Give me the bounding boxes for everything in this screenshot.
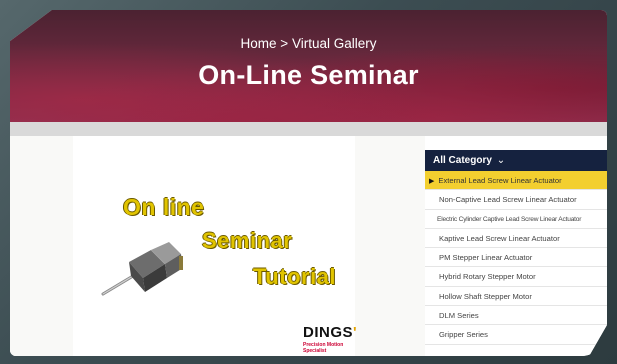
hero-banner: Home > Virtual Gallery On-Line Seminar: [10, 10, 607, 122]
category-item-electric-cylinder[interactable]: Electric Cylinder Captive Lead Screw Lin…: [425, 210, 607, 229]
chevron-down-icon: ⌄: [496, 155, 506, 166]
brand-tagline: Precision Motion Specialist: [303, 342, 344, 354]
video-player[interactable]: On line Seminar Tutorial DINGS' Precisio…: [10, 136, 425, 356]
breadcrumb-separator: >: [280, 36, 289, 51]
category-header-label: All Category: [433, 155, 492, 166]
main-content: On line Seminar Tutorial DINGS' Precisio…: [10, 136, 607, 356]
category-item-hybrid-rotary[interactable]: Hybrid Rotary Stepper Motor: [425, 267, 607, 287]
category-item-gripper-series[interactable]: Gripper Series: [425, 325, 607, 345]
breadcrumb-home-link[interactable]: Home: [241, 36, 277, 51]
category-item-label: Hybrid Rotary Stepper Motor: [439, 272, 536, 282]
category-item-label: Electric Cylinder Captive Lead Screw Lin…: [437, 215, 582, 223]
category-sidebar: All Category ⌄ ▶ External Lead Screw Line…: [425, 150, 607, 356]
thumbnail-text-line3: Tutorial: [253, 264, 337, 289]
category-item-label: Gripper Series: [439, 330, 488, 340]
brand-mark: ': [353, 324, 358, 341]
category-item-hollow-shaft[interactable]: Hollow Shaft Stepper Motor: [425, 287, 607, 307]
category-item-label: Non-Captive Lead Screw Linear Actuator: [439, 195, 577, 205]
category-item-dlm-series[interactable]: DLM Series: [425, 306, 607, 326]
brand-name: DINGS: [303, 324, 354, 341]
breadcrumb: Home > Virtual Gallery: [10, 36, 607, 51]
thumbnail-text-line1: On line: [123, 194, 205, 220]
category-list: ▶ External Lead Screw Linear Actuator Non…: [425, 171, 607, 345]
category-item-label: DLM Series: [439, 311, 479, 321]
page-title: On-Line Seminar: [198, 60, 419, 90]
category-item-label: PM Stepper Linear Actuator: [439, 253, 533, 263]
category-item-label: Kaptive Lead Screw Linear Actuator: [439, 233, 560, 243]
category-item-kaptive[interactable]: Kaptive Lead Screw Linear Actuator: [425, 229, 607, 249]
video-thumbnail[interactable]: On line Seminar Tutorial DINGS' Precisio…: [73, 136, 357, 356]
stepper-motor-image: [101, 242, 183, 296]
caret-right-icon: ▶: [429, 178, 435, 185]
category-dropdown[interactable]: All Category ⌄: [425, 150, 607, 171]
browser-viewport: Home > Virtual Gallery On-Line Seminar O…: [10, 10, 607, 356]
category-item-non-captive[interactable]: Non-Captive Lead Screw Linear Actuator: [425, 190, 607, 210]
breadcrumb-current[interactable]: Virtual Gallery: [292, 36, 377, 51]
category-item-external-lead-screw[interactable]: ▶ External Lead Screw Linear Actuator: [425, 171, 607, 191]
category-item-label: Hollow Shaft Stepper Motor: [439, 291, 532, 301]
category-item-label: External Lead Screw Linear Actuator: [438, 176, 562, 185]
brand-logo: DINGS': [303, 324, 357, 341]
category-item-pm-stepper[interactable]: PM Stepper Linear Actuator: [425, 248, 607, 268]
thumbnail-text-line2: Seminar: [202, 228, 293, 253]
section-divider: [10, 122, 607, 136]
